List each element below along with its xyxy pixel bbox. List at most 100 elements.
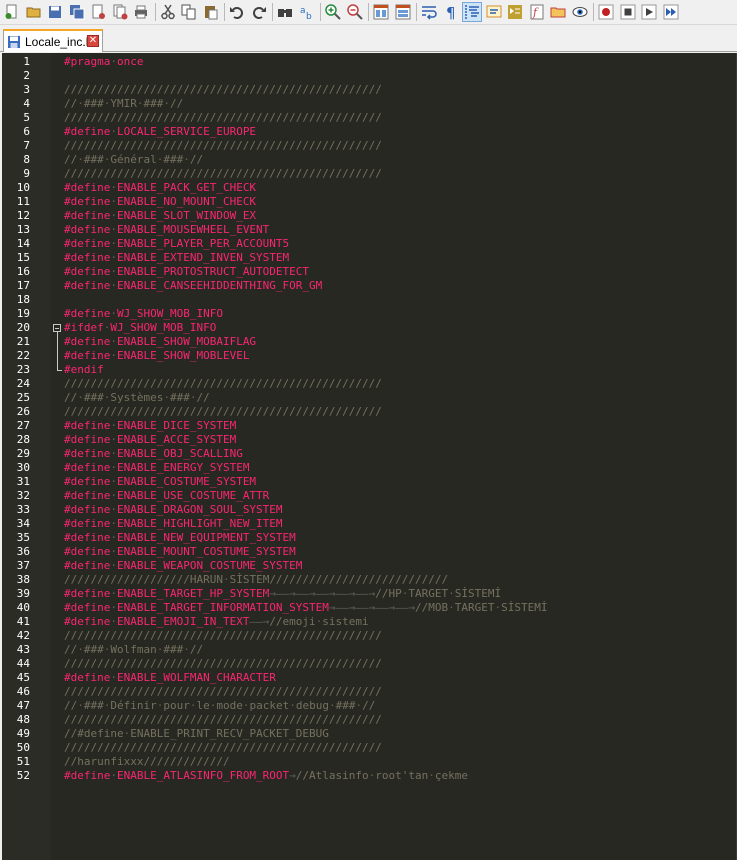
- code-line[interactable]: 30 #define·ENABLE_ENERGY_SYSTEM: [2, 461, 737, 475]
- code-line[interactable]: 42 //////////////////////////////////////…: [2, 629, 737, 643]
- zoom-out-button[interactable]: [346, 3, 364, 21]
- code-line[interactable]: 43//·###·Wolfman·###·//: [2, 643, 737, 657]
- code-line[interactable]: 37 #define·ENABLE_WEAPON_COSTUME_SYSTEM: [2, 559, 737, 573]
- code-line[interactable]: 51 //harunfixxx/////////////: [2, 755, 737, 769]
- line-number: 6: [23, 125, 30, 138]
- code-line[interactable]: 22 #define·ENABLE_SHOW_MOBLEVEL: [2, 349, 737, 363]
- code-line[interactable]: 18: [2, 293, 737, 307]
- identifier-token: ENABLE_PLAYER_PER_ACCOUNT5: [116, 237, 290, 250]
- code-line[interactable]: 35 #define·ENABLE_NEW_EQUIPMENT_SYSTEM: [2, 531, 737, 545]
- folder-workspace-button[interactable]: [549, 3, 567, 21]
- code-line[interactable]: 21 #define·ENABLE_SHOW_MOBAIFLAG: [2, 335, 737, 349]
- code-line[interactable]: 45 #define·ENABLE_WOLFMAN_CHARACTER: [2, 671, 737, 685]
- copy-button[interactable]: [180, 3, 198, 21]
- code-line[interactable]: 14 #define·ENABLE_PLAYER_PER_ACCOUNT5: [2, 237, 737, 251]
- code-line[interactable]: 47//·###·Définir·pour·le·mode·packet·deb…: [2, 699, 737, 713]
- fold-collapse-icon[interactable]: [53, 324, 61, 332]
- find-button[interactable]: [276, 3, 294, 21]
- record-macro-button[interactable]: [597, 3, 615, 21]
- code-line[interactable]: 39 #define·ENABLE_TARGET_HP_SYSTEM→——→——→…: [2, 587, 737, 601]
- code-line[interactable]: 12 #define·ENABLE_SLOT_WINDOW_EX: [2, 209, 737, 223]
- print-button[interactable]: [132, 3, 150, 21]
- save-button[interactable]: [46, 3, 64, 21]
- code-line[interactable]: 28 #define·ENABLE_ACCE_SYSTEM: [2, 433, 737, 447]
- code-line[interactable]: 48 //////////////////////////////////////…: [2, 713, 737, 727]
- undo-icon: [230, 7, 243, 19]
- cut-button[interactable]: [159, 3, 177, 21]
- code-line[interactable]: 7 ///////////////////////////////////////…: [2, 139, 737, 153]
- code-line[interactable]: 38 ///////////////////HARUN·SİSTEM///////…: [2, 573, 737, 587]
- code-line[interactable]: 16 #define·ENABLE_PROTOSTRUCT_AUTODETECT: [2, 265, 737, 279]
- code-line[interactable]: 8//·###·Général·###·//: [2, 153, 737, 167]
- code-line[interactable]: 2: [2, 69, 737, 83]
- code-line[interactable]: 31 #define·ENABLE_COSTUME_SYSTEM: [2, 475, 737, 489]
- code-editor[interactable]: 1 #pragma·once 2 3/////////////////////////…: [2, 53, 737, 860]
- code-line[interactable]: 11 #define·ENABLE_NO_MOUNT_CHECK: [2, 195, 737, 209]
- word-wrap-button[interactable]: [420, 3, 438, 21]
- playback-macro-button[interactable]: [640, 3, 658, 21]
- code-line[interactable]: 10 #define·ENABLE_PACK_GET_CHECK: [2, 181, 737, 195]
- user-language-button[interactable]: [485, 3, 503, 21]
- identifier-token: ENABLE_HIGHLIGHT_NEW_ITEM: [116, 517, 283, 530]
- code-line[interactable]: 52 #define·ENABLE_ATLASINFO_FROM_ROOT→//A…: [2, 769, 737, 783]
- code-line[interactable]: 33 #define·ENABLE_DRAGON_SOUL_SYSTEM: [2, 503, 737, 517]
- open-file-button[interactable]: [25, 3, 43, 21]
- code-line[interactable]: 26 //////////////////////////////////////…: [2, 405, 737, 419]
- code-line[interactable]: 15 #define·ENABLE_EXTEND_INVEN_SYSTEM: [2, 251, 737, 265]
- code-line[interactable]: 36 #define·ENABLE_MOUNT_COSTUME_SYSTEM: [2, 545, 737, 559]
- identifier-token: ENABLE_ENERGY_SYSTEM: [116, 461, 250, 474]
- code-line[interactable]: 27 #define·ENABLE_DICE_SYSTEM: [2, 419, 737, 433]
- identifier-token: ENABLE_SHOW_MOBAIFLAG: [116, 335, 257, 348]
- code-line[interactable]: 32 #define·ENABLE_USE_COSTUME_ATTR: [2, 489, 737, 503]
- function-list-button[interactable]: f: [528, 3, 546, 21]
- code-line[interactable]: 34 #define·ENABLE_HIGHLIGHT_NEW_ITEM: [2, 517, 737, 531]
- user-language-icon: [486, 5, 501, 18]
- zoom-in-button[interactable]: [324, 3, 342, 21]
- code-line[interactable]: 13 #define·ENABLE_MOUSEWHEEL_EVENT: [2, 223, 737, 237]
- code-line[interactable]: 29 #define·ENABLE_OBJ_SCALLING: [2, 447, 737, 461]
- replace-button[interactable]: ab: [298, 3, 316, 21]
- code-line[interactable]: 49 //#define·ENABLE_PRINT_RECV_PACKET_DEB…: [2, 727, 737, 741]
- sync-vertical-button[interactable]: [372, 3, 390, 21]
- code-line[interactable]: 17 #define·ENABLE_CANSEEHIDDENTHING_FOR_G…: [2, 279, 737, 293]
- code-line[interactable]: 4 //·###·YMIR·###·//: [2, 97, 737, 111]
- undo-button[interactable]: [228, 3, 246, 21]
- indent-guide-button[interactable]: [462, 2, 482, 22]
- code-line[interactable]: 50 //////////////////////////////////////…: [2, 741, 737, 755]
- tab-bar: Locale_inc.h ✕: [0, 25, 737, 52]
- tab-close-icon[interactable]: ✕: [87, 35, 99, 47]
- comment-token: Wolfman: [110, 643, 157, 656]
- code-text: #define·ENABLE_PROTOSTRUCT_AUTODETECT: [64, 265, 309, 279]
- code-line[interactable]: 23 #endif: [2, 363, 737, 377]
- document-map-button[interactable]: [506, 3, 524, 21]
- code-line[interactable]: 44 //////////////////////////////////////…: [2, 657, 737, 671]
- stop-record-button[interactable]: [619, 3, 637, 21]
- line-number: 31: [16, 475, 30, 488]
- code-line[interactable]: 9 ///////////////////////////////////////…: [2, 167, 737, 181]
- line-number: 21: [16, 335, 30, 348]
- save-all-button[interactable]: [68, 3, 86, 21]
- code-line[interactable]: 25 //·###·Systèmes·###·//: [2, 391, 737, 405]
- code-line[interactable]: 41 #define·ENABLE_EMOJI_IN_TEXT——→//emoji…: [2, 615, 737, 629]
- indent-guide-icon: [465, 5, 479, 19]
- sync-horizontal-button[interactable]: [394, 3, 412, 21]
- code-line[interactable]: 24 //////////////////////////////////////…: [2, 377, 737, 391]
- run-macro-multiple-button[interactable]: [662, 3, 680, 21]
- code-line[interactable]: 3 ///////////////////////////////////////…: [2, 83, 737, 97]
- new-file-button[interactable]: [3, 3, 21, 21]
- code-line[interactable]: 40 #define·ENABLE_TARGET_INFORMATION_SYST…: [2, 601, 737, 615]
- monitoring-button[interactable]: [571, 3, 589, 21]
- code-line[interactable]: 5 ///////////////////////////////////////…: [2, 111, 737, 125]
- code-line[interactable]: 1 #pragma·once: [2, 55, 737, 69]
- code-line[interactable]: 20 #ifdef·WJ_SHOW_MOB_INFO: [2, 321, 737, 335]
- code-text: #define·ENABLE_MOUNT_COSTUME_SYSTEM: [64, 545, 296, 559]
- code-line[interactable]: 46 //////////////////////////////////////…: [2, 685, 737, 699]
- close-button[interactable]: [89, 3, 107, 21]
- code-line[interactable]: 6 #define·LOCALE_SERVICE_EUROPE: [2, 125, 737, 139]
- tab-locale-inc-h[interactable]: Locale_inc.h ✕: [3, 29, 103, 52]
- show-all-chars-button[interactable]: ¶: [442, 3, 460, 21]
- redo-button[interactable]: [250, 3, 268, 21]
- close-all-button[interactable]: [111, 3, 129, 21]
- code-line[interactable]: 19 #define·WJ_SHOW_MOB_INFO: [2, 307, 737, 321]
- paste-button[interactable]: [202, 3, 220, 21]
